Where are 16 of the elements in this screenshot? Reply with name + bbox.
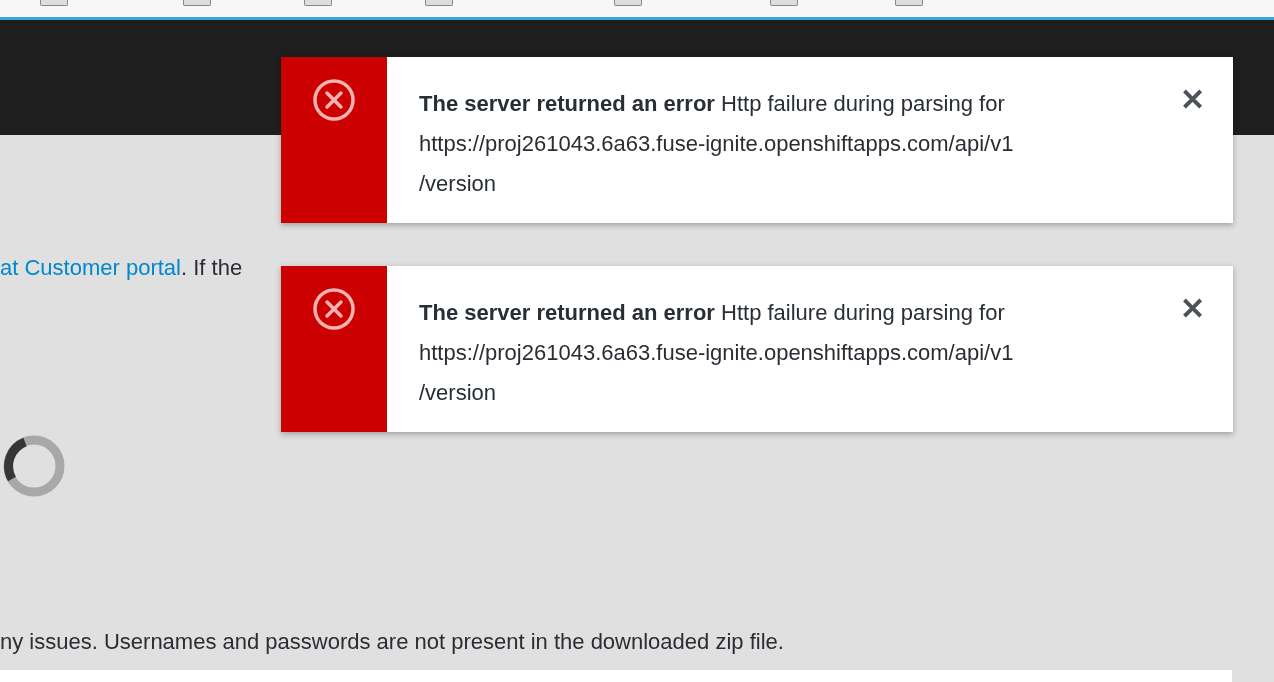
error-circle-icon: [312, 287, 356, 331]
toast-message: The server returned an error Http failure during parsing for https://proj261043.6a63.fuse-ignite.openshiftapps.com/api/v1 /version: [419, 90, 1015, 198]
toast-message: The server returned an error Http failure during parsing for https://proj261043.6a63.fuse-ignite.openshiftapps.com/api/v1 /version: [419, 299, 1015, 407]
bookmark-icon[interactable]: [770, 0, 798, 6]
footer-note: ny issues. Usernames and passwords are not present in the downloaded zip file.: [0, 628, 785, 656]
bookmark-icon[interactable]: [40, 0, 68, 6]
bookmark-icon[interactable]: [614, 0, 642, 6]
bookmark-icon[interactable]: [425, 0, 453, 6]
loading-spinner-icon: [3, 435, 65, 497]
error-circle-icon: [312, 78, 356, 122]
close-button[interactable]: ✕: [1180, 294, 1205, 324]
bookmark-icon[interactable]: [304, 0, 332, 6]
body-text: . If the: [180, 254, 243, 282]
bookmark-icon[interactable]: [183, 0, 211, 6]
bookmark-icon[interactable]: [895, 0, 923, 6]
close-button[interactable]: ✕: [1180, 85, 1205, 115]
